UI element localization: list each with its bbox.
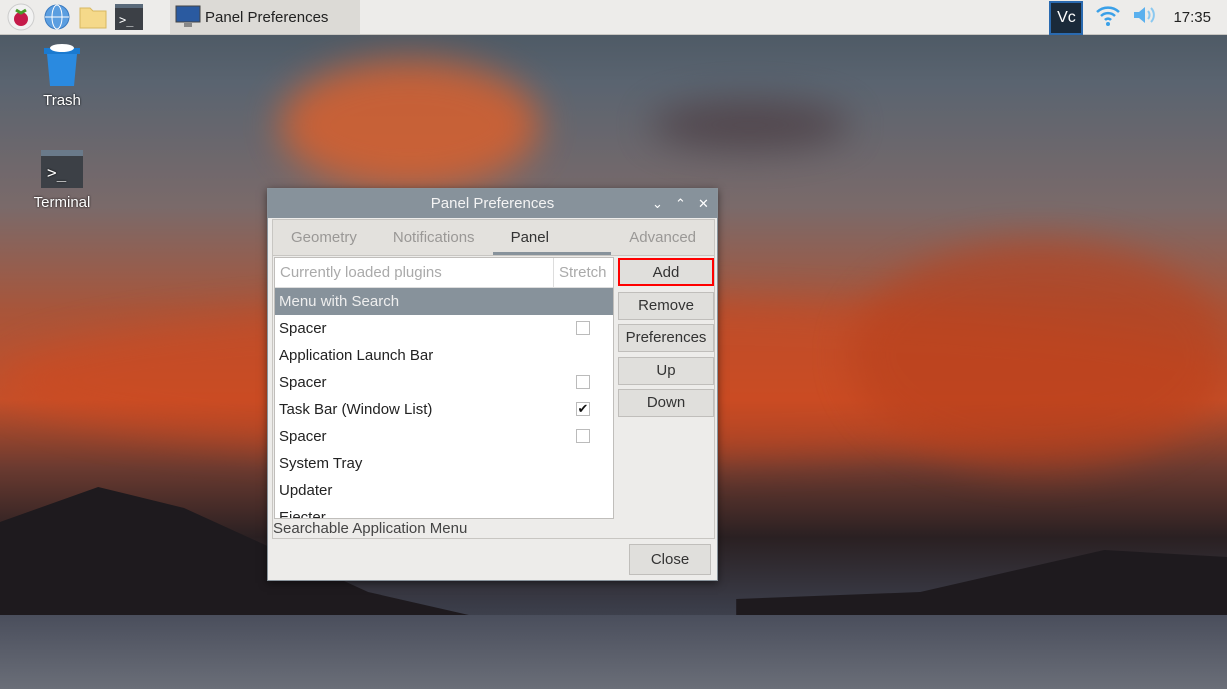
trash-label: Trash (43, 92, 81, 109)
terminal-label: Terminal (33, 194, 91, 211)
plugin-name: Spacer (279, 374, 327, 391)
tab-notifications[interactable]: Notifications (375, 220, 493, 255)
remove-button[interactable]: Remove (618, 292, 714, 320)
dialog-titlebar[interactable]: Panel Preferences ⌄ ⌃ ✕ (268, 189, 717, 218)
panel-preferences-dialog: Panel Preferences ⌄ ⌃ ✕ Geometry Notific… (267, 188, 718, 581)
plugin-name: Task Bar (Window List) (279, 401, 433, 418)
terminal-icon: >_ (41, 150, 83, 188)
list-item[interactable]: Menu with Search (275, 288, 613, 315)
stretch-checkbox[interactable] (576, 321, 590, 335)
plugin-description: Searchable Application Menu (273, 520, 468, 537)
volume-icon[interactable] (1131, 3, 1159, 32)
plugin-name: Updater (279, 482, 333, 499)
raspberry-menu-icon[interactable] (6, 2, 36, 32)
list-item[interactable]: Spacer (275, 423, 613, 450)
plugin-name: Application Launch Bar (279, 347, 434, 364)
close-button[interactable]: Close (629, 544, 711, 575)
list-item[interactable]: Application Launch Bar (275, 342, 613, 369)
stretch-checkbox[interactable] (576, 375, 590, 389)
list-item[interactable]: Updater (275, 477, 613, 504)
minimize-icon[interactable]: ⌄ (652, 189, 663, 218)
maximize-icon[interactable]: ⌃ (675, 189, 686, 218)
list-item[interactable]: Spacer (275, 315, 613, 342)
trash-icon (44, 44, 80, 86)
preferences-button[interactable]: Preferences (618, 324, 714, 352)
plugin-name: Spacer (279, 428, 327, 445)
browser-globe-icon[interactable] (42, 2, 72, 32)
dialog-title: Panel Preferences (430, 195, 555, 212)
vnc-icon[interactable]: Vc (1049, 0, 1084, 35)
desktop-icon-trash[interactable]: Trash (22, 42, 102, 109)
desktop-icon-terminal[interactable]: >_ Terminal (22, 146, 102, 211)
wifi-icon[interactable] (1095, 3, 1121, 32)
taskbar-button-panel-preferences[interactable]: Panel Preferences (170, 0, 360, 34)
plugin-name: Ejecter (279, 509, 326, 519)
tab-advanced[interactable]: Advanced (611, 220, 714, 255)
plugin-name: System Tray (279, 455, 363, 472)
list-item[interactable]: Task Bar (Window List) ✔ (275, 396, 613, 423)
stretch-checkbox[interactable] (576, 429, 590, 443)
monitor-icon (175, 5, 201, 27)
plugin-name: Menu with Search (279, 293, 400, 310)
plugins-list[interactable]: Currently loaded plugins Stretch Menu wi… (274, 257, 614, 519)
stretch-checkbox[interactable]: ✔ (576, 402, 590, 416)
notebook: Geometry Notifications Panel Applets Adv… (272, 219, 715, 539)
plugin-name: Spacer (279, 320, 327, 337)
tab-geometry[interactable]: Geometry (273, 220, 375, 255)
taskbar: >_ Panel Preferences Vc 17:35 (0, 0, 1227, 35)
terminal-icon[interactable]: >_ (114, 2, 144, 32)
svg-text:>_: >_ (119, 13, 134, 27)
column-header-plugins[interactable]: Currently loaded plugins (275, 258, 554, 287)
list-item[interactable]: Spacer (275, 369, 613, 396)
svg-text:>_: >_ (47, 163, 67, 182)
up-button[interactable]: Up (618, 357, 714, 385)
column-header-stretch[interactable]: Stretch (554, 258, 607, 287)
tab-panel-applets[interactable]: Panel Applets (492, 220, 612, 282)
file-manager-folder-icon[interactable] (78, 2, 108, 32)
down-button[interactable]: Down (618, 389, 714, 417)
add-button[interactable]: Add (618, 258, 714, 286)
list-item[interactable]: Ejecter (275, 504, 613, 519)
task-label: Panel Preferences (205, 8, 329, 26)
list-item[interactable]: System Tray (275, 450, 613, 477)
close-icon[interactable]: ✕ (698, 189, 709, 218)
clock: 17:35 (1173, 9, 1211, 26)
